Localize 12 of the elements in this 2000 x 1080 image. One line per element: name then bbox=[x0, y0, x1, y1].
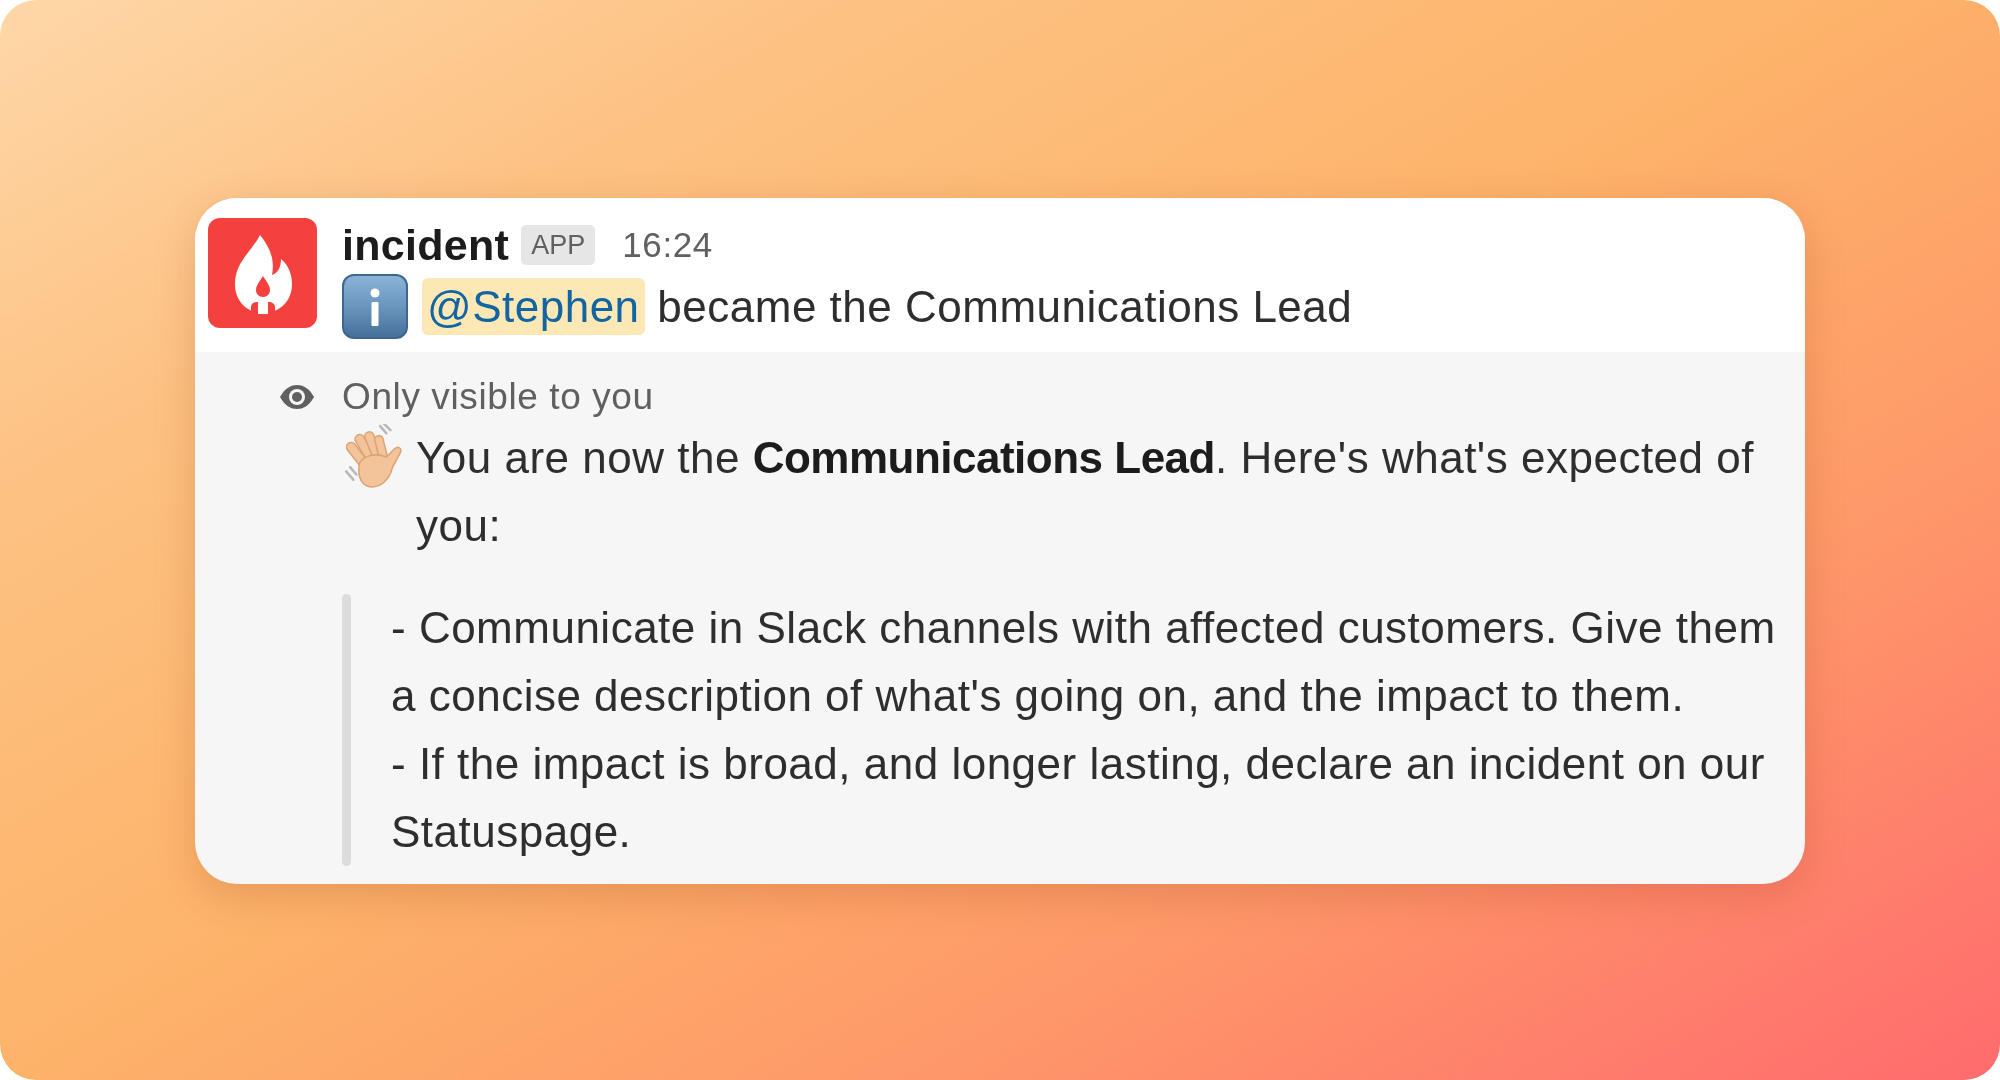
quote-text: - Communicate in Slack channels with affected customers. Give them a concise description of what's going on, and the impact to them. bbox=[391, 602, 1777, 722]
app-badge: APP bbox=[521, 225, 596, 265]
eye-icon bbox=[279, 384, 315, 410]
message-text: @Stephen became the Communications Lead bbox=[422, 277, 1353, 336]
user-mention[interactable]: @Stephen bbox=[422, 277, 645, 335]
sender-name[interactable]: incident bbox=[342, 220, 510, 270]
info-icon bbox=[342, 274, 408, 339]
intro-text: You are now the Communications Lead. Here's what's expected of you: bbox=[416, 432, 1755, 552]
flame-logo-icon bbox=[208, 218, 317, 328]
visibility-notice: Only visible to you bbox=[342, 376, 654, 418]
timestamp[interactable]: 16:24 bbox=[622, 225, 713, 265]
quote-text: - If the impact is broad, and longer lasting, declare an incident on our Statuspage. bbox=[391, 738, 1766, 858]
